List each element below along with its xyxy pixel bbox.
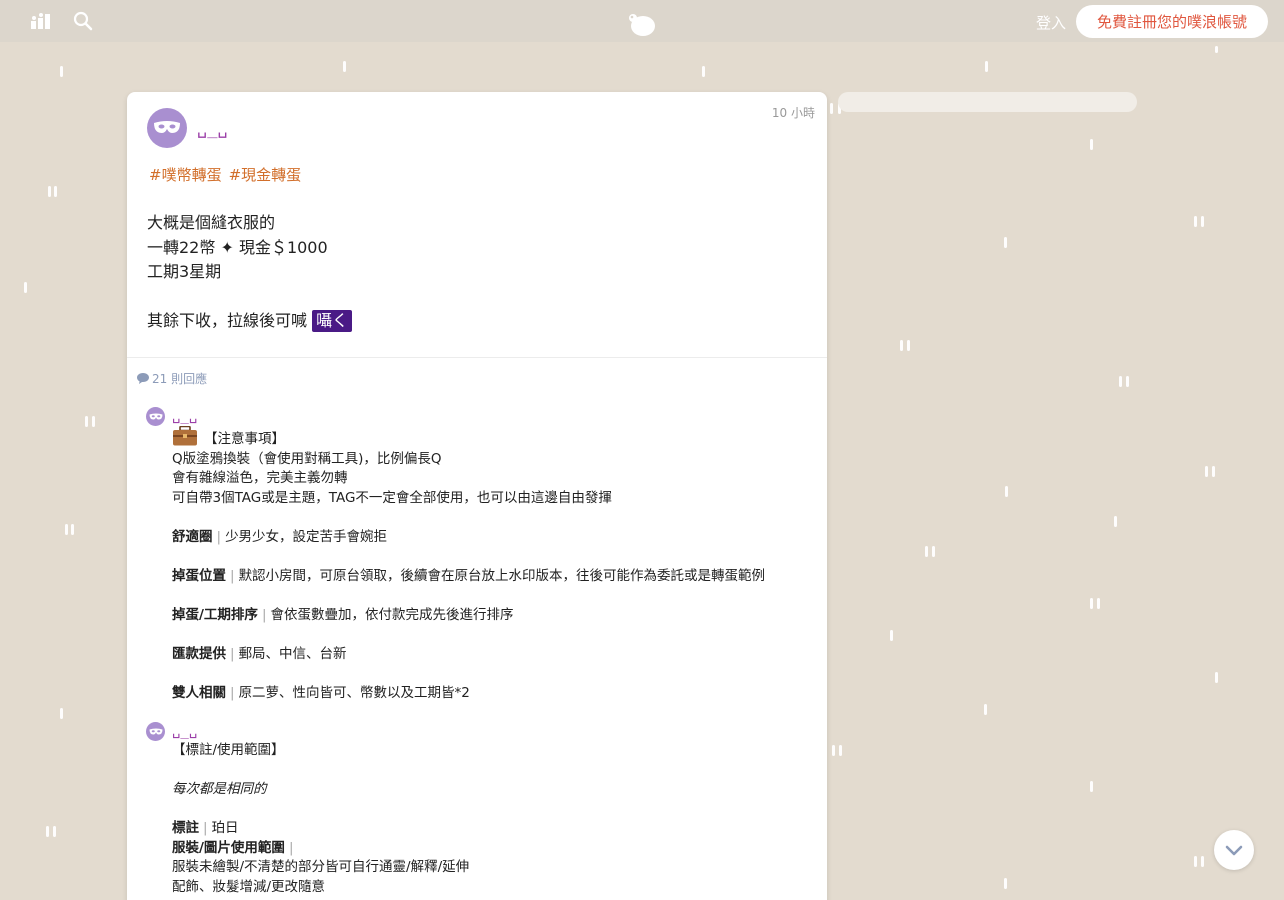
field-label: 標註 bbox=[172, 820, 199, 836]
response-item: ␣_␣ 【標註/使用範圍】 每次都是相同的 標註 | 珀日 服裝/圖片使用範圍 | 服… bbox=[127, 722, 827, 897]
response-line: 配飾、妝髮增減/更改隨意 bbox=[172, 878, 326, 895]
response-italic-line: 每次都是相同的 bbox=[172, 781, 267, 797]
field-value: 會依蛋數疊加，依付款完成先後進行排序 bbox=[270, 606, 514, 623]
field-label: 雙人相關 bbox=[172, 684, 226, 701]
post-line: 其餘下收，拉線後可喊 囁く bbox=[147, 309, 827, 334]
field-label: 掉蛋/工期排序 bbox=[172, 606, 258, 623]
mask-icon bbox=[149, 413, 162, 419]
response-heading: 【標註/使用範圍】 bbox=[172, 742, 285, 758]
tag-link[interactable]: #現金轉蛋 bbox=[229, 166, 302, 184]
post-line: 工期3星期 bbox=[147, 262, 222, 281]
briefcase-icon bbox=[173, 426, 197, 446]
response-heading-line: 【注意事項】 bbox=[172, 426, 827, 450]
response-author-name[interactable]: ␣_␣ bbox=[172, 722, 827, 741]
signup-button[interactable]: 免費註冊您的噗浪帳號 bbox=[1076, 5, 1268, 38]
avatar[interactable] bbox=[146, 722, 165, 741]
post-author-name[interactable]: ␣_␣ bbox=[197, 119, 228, 139]
post-content: 大概是個縫衣服的 一轉22幣 ✦ 現金＄1000 工期3星期 其餘下收，拉線後可… bbox=[127, 185, 827, 333]
speech-bubble-icon bbox=[137, 373, 149, 384]
scroll-down-button[interactable] bbox=[1214, 830, 1254, 870]
reply-count[interactable]: 21 則回應 bbox=[127, 358, 827, 387]
field-value: 少男少女，設定苦手會婉拒 bbox=[225, 528, 388, 545]
field-label: 服裝/圖片使用範圍 bbox=[172, 839, 285, 856]
search-icon[interactable] bbox=[73, 11, 93, 35]
tag-link[interactable]: #噗幣轉蛋 bbox=[149, 166, 222, 184]
field-row: 舒適圈 | 少男少女，設定苦手會婉拒 bbox=[172, 528, 388, 545]
response-content: 【注意事項】 Q版塗鴉換裝（會使用對稱工具)，比例偏長Q 會有雜線溢色，完美主義… bbox=[172, 426, 827, 703]
response-author-name[interactable]: ␣_␣ bbox=[172, 407, 827, 426]
reply-count-label: 21 則回應 bbox=[152, 372, 208, 386]
field-label: 舒適圈 bbox=[172, 528, 213, 545]
field-label: 匯款提供 bbox=[172, 645, 226, 662]
mask-icon bbox=[154, 121, 180, 133]
sidebar-loading-placeholder bbox=[838, 92, 1137, 112]
response-line: 可自帶3個TAG或是主題，TAG不一定會全部使用，也可以由這邊自由發揮 bbox=[172, 489, 612, 506]
post-timestamp: 10 小時 bbox=[771, 106, 815, 120]
avatar[interactable] bbox=[147, 108, 187, 148]
post-line: 大概是個縫衣服的 bbox=[147, 213, 276, 232]
response-item: ␣_␣ 【注意事項】 Q版塗鴉換裝（會使用對稱工具)，比例偏長Q 會有雜線溢色，… bbox=[127, 407, 827, 703]
field-row: 掉蛋/工期排序 | 會依蛋數疊加，依付款完成先後進行排序 bbox=[172, 606, 514, 623]
plurk-post-card: ␣_␣ 10 小時 #噗幣轉蛋 #現金轉蛋 大概是個縫衣服的 一轉22幣 ✦ 現金… bbox=[127, 92, 827, 900]
field-value: 郵局、中信、台新 bbox=[238, 645, 347, 662]
login-link[interactable]: 登入 bbox=[1036, 12, 1066, 33]
response-line: Q版塗鴉換裝（會使用對稱工具)，比例偏長Q bbox=[172, 450, 442, 467]
field-row: 雙人相關 | 原二萝、性向皆可、幣數以及工期皆*2 bbox=[172, 684, 470, 701]
field-row: 匯款提供 | 郵局、中信、台新 bbox=[172, 645, 347, 662]
highlight-badge: 囁く bbox=[312, 309, 353, 332]
avatar[interactable] bbox=[146, 407, 165, 426]
post-tags: #噗幣轉蛋 #現金轉蛋 bbox=[127, 156, 827, 185]
field-row: 掉蛋位置 | 默認小房間，可原台領取，後續會在原台放上水印版本，往後可能作為委託或是… bbox=[172, 567, 766, 584]
chevron-down-icon bbox=[1225, 845, 1243, 855]
response-line: 會有雜線溢色，完美主義勿轉 bbox=[172, 470, 348, 486]
field-value: 默認小房間，可原台領取，後續會在原台放上水印版本，往後可能作為委託或是轉蛋範例 bbox=[238, 567, 766, 584]
response-heading: 【注意事項】 bbox=[204, 431, 285, 447]
field-value: 珀日 bbox=[211, 820, 239, 836]
response-line: 服裝未繪製/不清楚的部分皆可自行通靈/解釋/延伸 bbox=[172, 859, 470, 875]
field-label: 掉蛋位置 bbox=[172, 567, 226, 584]
response-content: 【標註/使用範圍】 每次都是相同的 標註 | 珀日 服裝/圖片使用範圍 | 服裝未繪製… bbox=[172, 741, 827, 897]
field-value: 原二萝、性向皆可、幣數以及工期皆*2 bbox=[238, 684, 470, 701]
post-header: ␣_␣ 10 小時 bbox=[127, 92, 827, 156]
post-line-text: 其餘下收，拉線後可喊 bbox=[147, 310, 308, 330]
stats-icon[interactable] bbox=[31, 13, 50, 33]
field-row: 標註 | 珀日 bbox=[172, 820, 239, 836]
top-navigation-bar: 登入 免費註冊您的噗浪帳號 bbox=[0, 0, 1284, 42]
mask-icon bbox=[149, 728, 162, 734]
plurk-logo[interactable] bbox=[627, 11, 657, 41]
post-line: 一轉22幣 ✦ 現金＄1000 bbox=[147, 237, 328, 257]
field-row: 服裝/圖片使用範圍 | bbox=[172, 839, 294, 856]
